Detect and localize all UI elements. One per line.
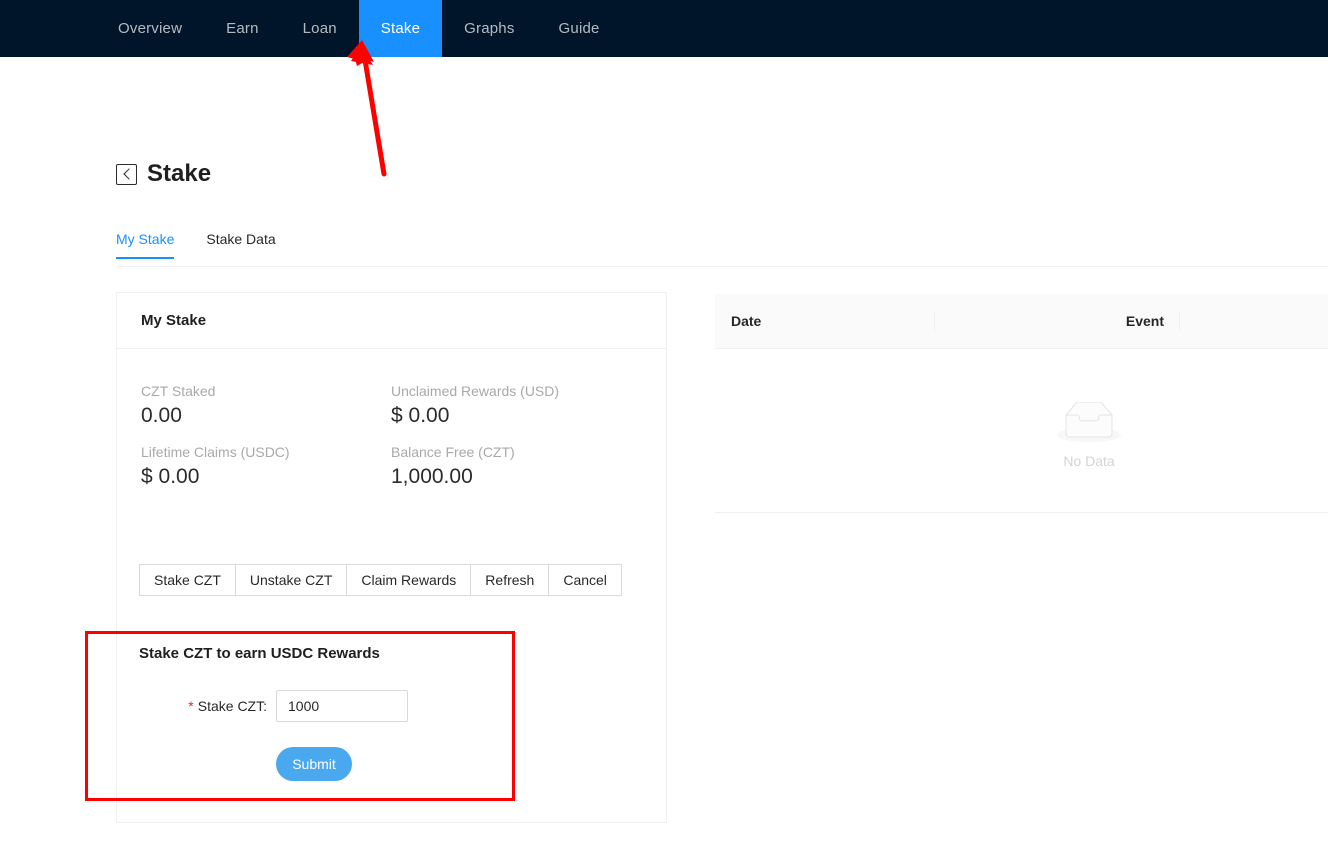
annotation-arrow-icon xyxy=(347,40,387,177)
submit-button[interactable]: Submit xyxy=(276,747,352,781)
cancel-button[interactable]: Cancel xyxy=(548,564,622,596)
stat-value-lifetime-claims: $ 0.00 xyxy=(141,465,200,488)
empty-inbox-icon xyxy=(1057,402,1121,442)
nav-item-earn[interactable]: Earn xyxy=(204,0,281,57)
stat-value-balance-free: 1,000.00 xyxy=(391,465,473,488)
nav-item-graphs[interactable]: Graphs xyxy=(442,0,536,57)
unstake-czt-button[interactable]: Unstake CZT xyxy=(234,564,348,596)
column-header-event[interactable]: Event xyxy=(935,294,1180,348)
refresh-button[interactable]: Refresh xyxy=(470,564,550,596)
empty-state: No Data xyxy=(1057,402,1121,469)
main-navigation-bar: Overview Earn Loan Stake Graphs Guide xyxy=(0,0,1328,57)
stake-amount-label: * Stake CZT: xyxy=(139,698,276,714)
stake-amount-row: * Stake CZT: xyxy=(139,690,509,722)
column-header-date[interactable]: Date xyxy=(715,294,935,348)
stake-form: Stake CZT to earn USDC Rewards * Stake CZ… xyxy=(139,645,509,781)
claim-rewards-button[interactable]: Claim Rewards xyxy=(346,564,472,596)
stat-value-czt-staked: 0.00 xyxy=(141,404,182,427)
table-body: No Data xyxy=(715,349,1328,513)
stat-label-czt-staked: CZT Staked xyxy=(141,383,216,399)
submit-row: Submit xyxy=(139,747,509,781)
stat-value-unclaimed-rewards: $ 0.00 xyxy=(391,404,450,427)
table-header-row: Date Event xyxy=(715,294,1328,349)
card-header: My Stake xyxy=(117,293,666,349)
stake-events-table: Date Event No Data xyxy=(715,294,1328,513)
card-body: CZT Staked Unclaimed Rewards (USD) 0.00 … xyxy=(117,349,666,493)
nav-item-stake[interactable]: Stake xyxy=(358,0,443,57)
stake-stats-grid: CZT Staked Unclaimed Rewards (USD) 0.00 … xyxy=(141,371,642,493)
nav-item-loan[interactable]: Loan xyxy=(281,0,359,57)
tab-bar: My Stake Stake Data xyxy=(116,231,1328,267)
stake-amount-label-text: Stake CZT: xyxy=(197,698,267,714)
page-header: Stake xyxy=(116,160,211,188)
stat-label-unclaimed-rewards: Unclaimed Rewards (USD) xyxy=(391,383,560,399)
stake-actions-button-group: Stake CZT Unstake CZT Claim Rewards Refr… xyxy=(139,564,622,596)
card-title: My Stake xyxy=(141,312,207,329)
nav-item-guide[interactable]: Guide xyxy=(537,0,622,57)
page-title: Stake xyxy=(147,160,212,187)
nav-item-overview[interactable]: Overview xyxy=(96,0,204,57)
empty-state-text: No Data xyxy=(1063,453,1115,469)
stake-form-title: Stake CZT to earn USDC Rewards xyxy=(139,645,380,662)
stat-label-lifetime-claims: Lifetime Claims (USDC) xyxy=(141,444,290,460)
tab-stake-data[interactable]: Stake Data xyxy=(206,231,275,258)
stat-label-balance-free: Balance Free (CZT) xyxy=(391,444,515,460)
back-arrow-icon[interactable] xyxy=(116,163,137,185)
stake-amount-input[interactable] xyxy=(276,690,408,722)
required-marker: * xyxy=(188,698,194,714)
tab-my-stake[interactable]: My Stake xyxy=(116,231,175,259)
stake-czt-button[interactable]: Stake CZT xyxy=(139,564,236,596)
